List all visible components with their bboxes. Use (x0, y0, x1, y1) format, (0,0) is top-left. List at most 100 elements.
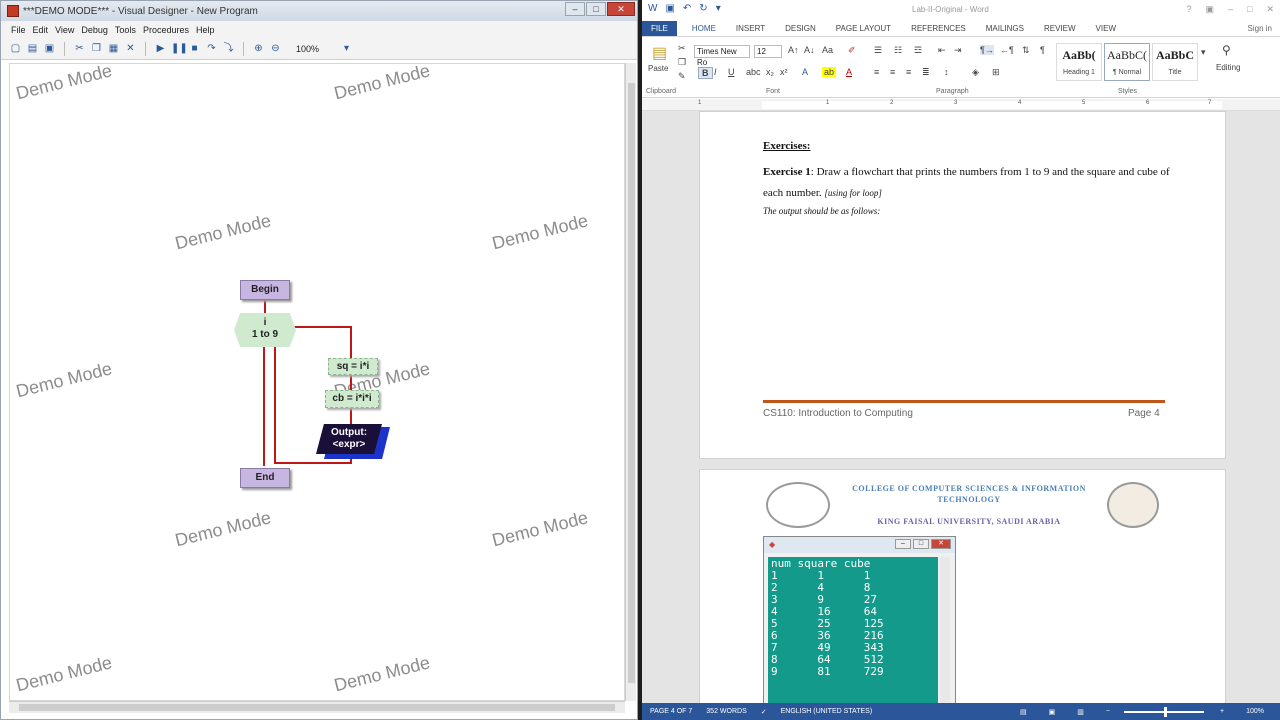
flowchart-assign-square[interactable]: sq = i*i (328, 358, 378, 375)
copy-icon[interactable]: ❐ (678, 57, 686, 68)
zoom-out-icon[interactable]: − (1106, 708, 1110, 715)
font-name-select[interactable]: Times New Ro (694, 45, 750, 67)
close-button[interactable]: ✕ (1266, 4, 1274, 15)
flowchart-begin[interactable]: Begin (240, 280, 290, 300)
underline-button[interactable]: U (728, 67, 735, 77)
tab-design[interactable]: DESIGN (785, 24, 816, 33)
zoom-in-icon[interactable]: ⊕ (252, 42, 265, 55)
flowchart-output[interactable]: Output: <expr> (316, 424, 382, 454)
shading-icon[interactable]: ◈ (972, 67, 979, 78)
paste-button[interactable]: Paste (648, 64, 668, 73)
redo-icon[interactable]: ↻ (699, 3, 707, 14)
step-into-icon[interactable]: ⤵ (222, 42, 235, 55)
cut-icon[interactable]: ✂ (678, 43, 686, 54)
scroll-thumb[interactable] (628, 83, 635, 683)
increase-indent-icon[interactable]: ⇥ (954, 45, 962, 56)
menu-file[interactable]: File (11, 25, 26, 35)
flowchart-assign-cube[interactable]: cb = i*i*i (325, 390, 379, 408)
vertical-scrollbar[interactable] (625, 63, 636, 701)
undo-icon[interactable]: ↶ (683, 3, 691, 14)
tab-insert[interactable]: INSERT (736, 24, 765, 33)
flowchart-canvas[interactable]: Demo Mode Demo Mode Demo Mode Demo Mode … (9, 63, 625, 701)
bullets-icon[interactable]: ☰ (874, 45, 882, 56)
word-count[interactable]: 352 WORDS (706, 708, 746, 715)
tab-references[interactable]: REFERENCES (911, 24, 966, 33)
zoom-level[interactable]: 100% (1246, 708, 1264, 715)
paste-icon[interactable]: ▦ (107, 42, 120, 55)
document-area[interactable]: Exercises: Exercise 1: Draw a flowchart … (642, 111, 1280, 703)
zoom-in-icon[interactable]: + (1220, 708, 1224, 715)
borders-icon[interactable]: ⊞ (992, 67, 1000, 78)
minimize-button[interactable]: – (1228, 4, 1233, 15)
menu-tools[interactable]: Tools (115, 25, 136, 35)
tab-file[interactable]: FILE (642, 20, 677, 36)
format-painter-icon[interactable]: ✎ (678, 71, 686, 82)
style-normal[interactable]: AaBbC( ¶ Normal (1104, 43, 1150, 81)
sort-icon[interactable]: ⇅ (1022, 45, 1030, 56)
chevron-down-icon[interactable]: ▾ (340, 42, 353, 55)
shrink-font-icon[interactable]: A↓ (804, 45, 815, 55)
subscript-button[interactable]: x₂ (766, 67, 774, 77)
menu-view[interactable]: View (55, 25, 74, 35)
menu-debug[interactable]: Debug (81, 25, 108, 35)
copy-icon[interactable]: ❐ (90, 42, 103, 55)
save-icon[interactable]: ▣ (665, 3, 674, 14)
save-icon[interactable]: ▣ (43, 42, 56, 55)
numbering-icon[interactable]: ☷ (894, 45, 902, 56)
flowchart-end[interactable]: End (240, 468, 290, 488)
new-icon[interactable]: ▢ (9, 42, 22, 55)
style-title[interactable]: AaBbC Title (1152, 43, 1198, 81)
rtl-icon[interactable]: ←¶ (1000, 45, 1014, 55)
line-spacing-icon[interactable]: ↕ (944, 67, 949, 77)
scroll-thumb[interactable] (19, 704, 615, 711)
read-mode-icon[interactable]: ▤ (1020, 708, 1027, 716)
align-center-icon[interactable]: ≡ (890, 67, 895, 77)
stop-icon[interactable]: ■ (188, 42, 201, 55)
zoom-out-icon[interactable]: ⊖ (269, 42, 282, 55)
show-marks-icon[interactable]: ¶ (1040, 45, 1045, 55)
document-page[interactable]: COLLEGE OF COMPUTER SCIENCES & INFORMATI… (699, 469, 1226, 703)
maximize-button[interactable]: □ (586, 2, 606, 16)
customize-icon[interactable]: ▾ (716, 3, 721, 14)
superscript-button[interactable]: x² (780, 67, 788, 77)
change-case-icon[interactable]: Aa (822, 45, 833, 55)
document-page[interactable]: Exercises: Exercise 1: Draw a flowchart … (699, 111, 1226, 459)
tab-home[interactable]: HOME (692, 24, 716, 33)
align-right-icon[interactable]: ≡ (906, 67, 911, 77)
decrease-indent-icon[interactable]: ⇤ (938, 45, 946, 56)
tab-page-layout[interactable]: PAGE LAYOUT (836, 24, 891, 33)
open-icon[interactable]: ▤ (26, 42, 39, 55)
horizontal-scrollbar[interactable] (9, 701, 625, 713)
maximize-button[interactable]: □ (1247, 4, 1252, 15)
zoom-slider[interactable] (1124, 706, 1204, 717)
grow-font-icon[interactable]: A↑ (788, 45, 799, 55)
menu-help[interactable]: Help (196, 25, 215, 35)
align-left-icon[interactable]: ≡ (874, 67, 879, 77)
proofing-icon[interactable]: ✓ (761, 708, 767, 716)
page-count[interactable]: PAGE 4 OF 7 (650, 708, 692, 715)
multilevel-icon[interactable]: ☲ (914, 45, 922, 56)
clear-format-icon[interactable]: ✐ (848, 45, 856, 56)
menu-edit[interactable]: Edit (33, 25, 49, 35)
italic-button[interactable]: I (714, 67, 717, 77)
cut-icon[interactable]: ✂ (73, 42, 86, 55)
font-size-select[interactable]: 12 (754, 45, 782, 58)
bold-button[interactable]: B (698, 67, 713, 79)
paste-icon[interactable]: ▤ (652, 43, 667, 63)
step-icon[interactable]: ↷ (205, 42, 218, 55)
justify-icon[interactable]: ≣ (922, 67, 930, 78)
web-layout-icon[interactable]: ▥ (1077, 708, 1084, 716)
font-color-icon[interactable]: A (846, 67, 852, 77)
style-heading1[interactable]: AaBb( Heading 1 (1056, 43, 1102, 81)
tab-review[interactable]: REVIEW (1044, 24, 1076, 33)
tab-view[interactable]: VIEW (1096, 24, 1116, 33)
close-button[interactable]: ✕ (607, 2, 635, 16)
help-icon[interactable]: ? (1186, 4, 1191, 15)
language-indicator[interactable]: ENGLISH (UNITED STATES) (781, 708, 873, 715)
text-effects-icon[interactable]: A (802, 67, 808, 77)
tab-mailings[interactable]: MAILINGS (986, 24, 1024, 33)
strikethrough-button[interactable]: abc (746, 67, 761, 77)
print-layout-icon[interactable]: ▣ (1049, 708, 1056, 716)
binoculars-icon[interactable]: ⚲ (1222, 43, 1231, 57)
menu-procedures[interactable]: Procedures (143, 25, 189, 35)
